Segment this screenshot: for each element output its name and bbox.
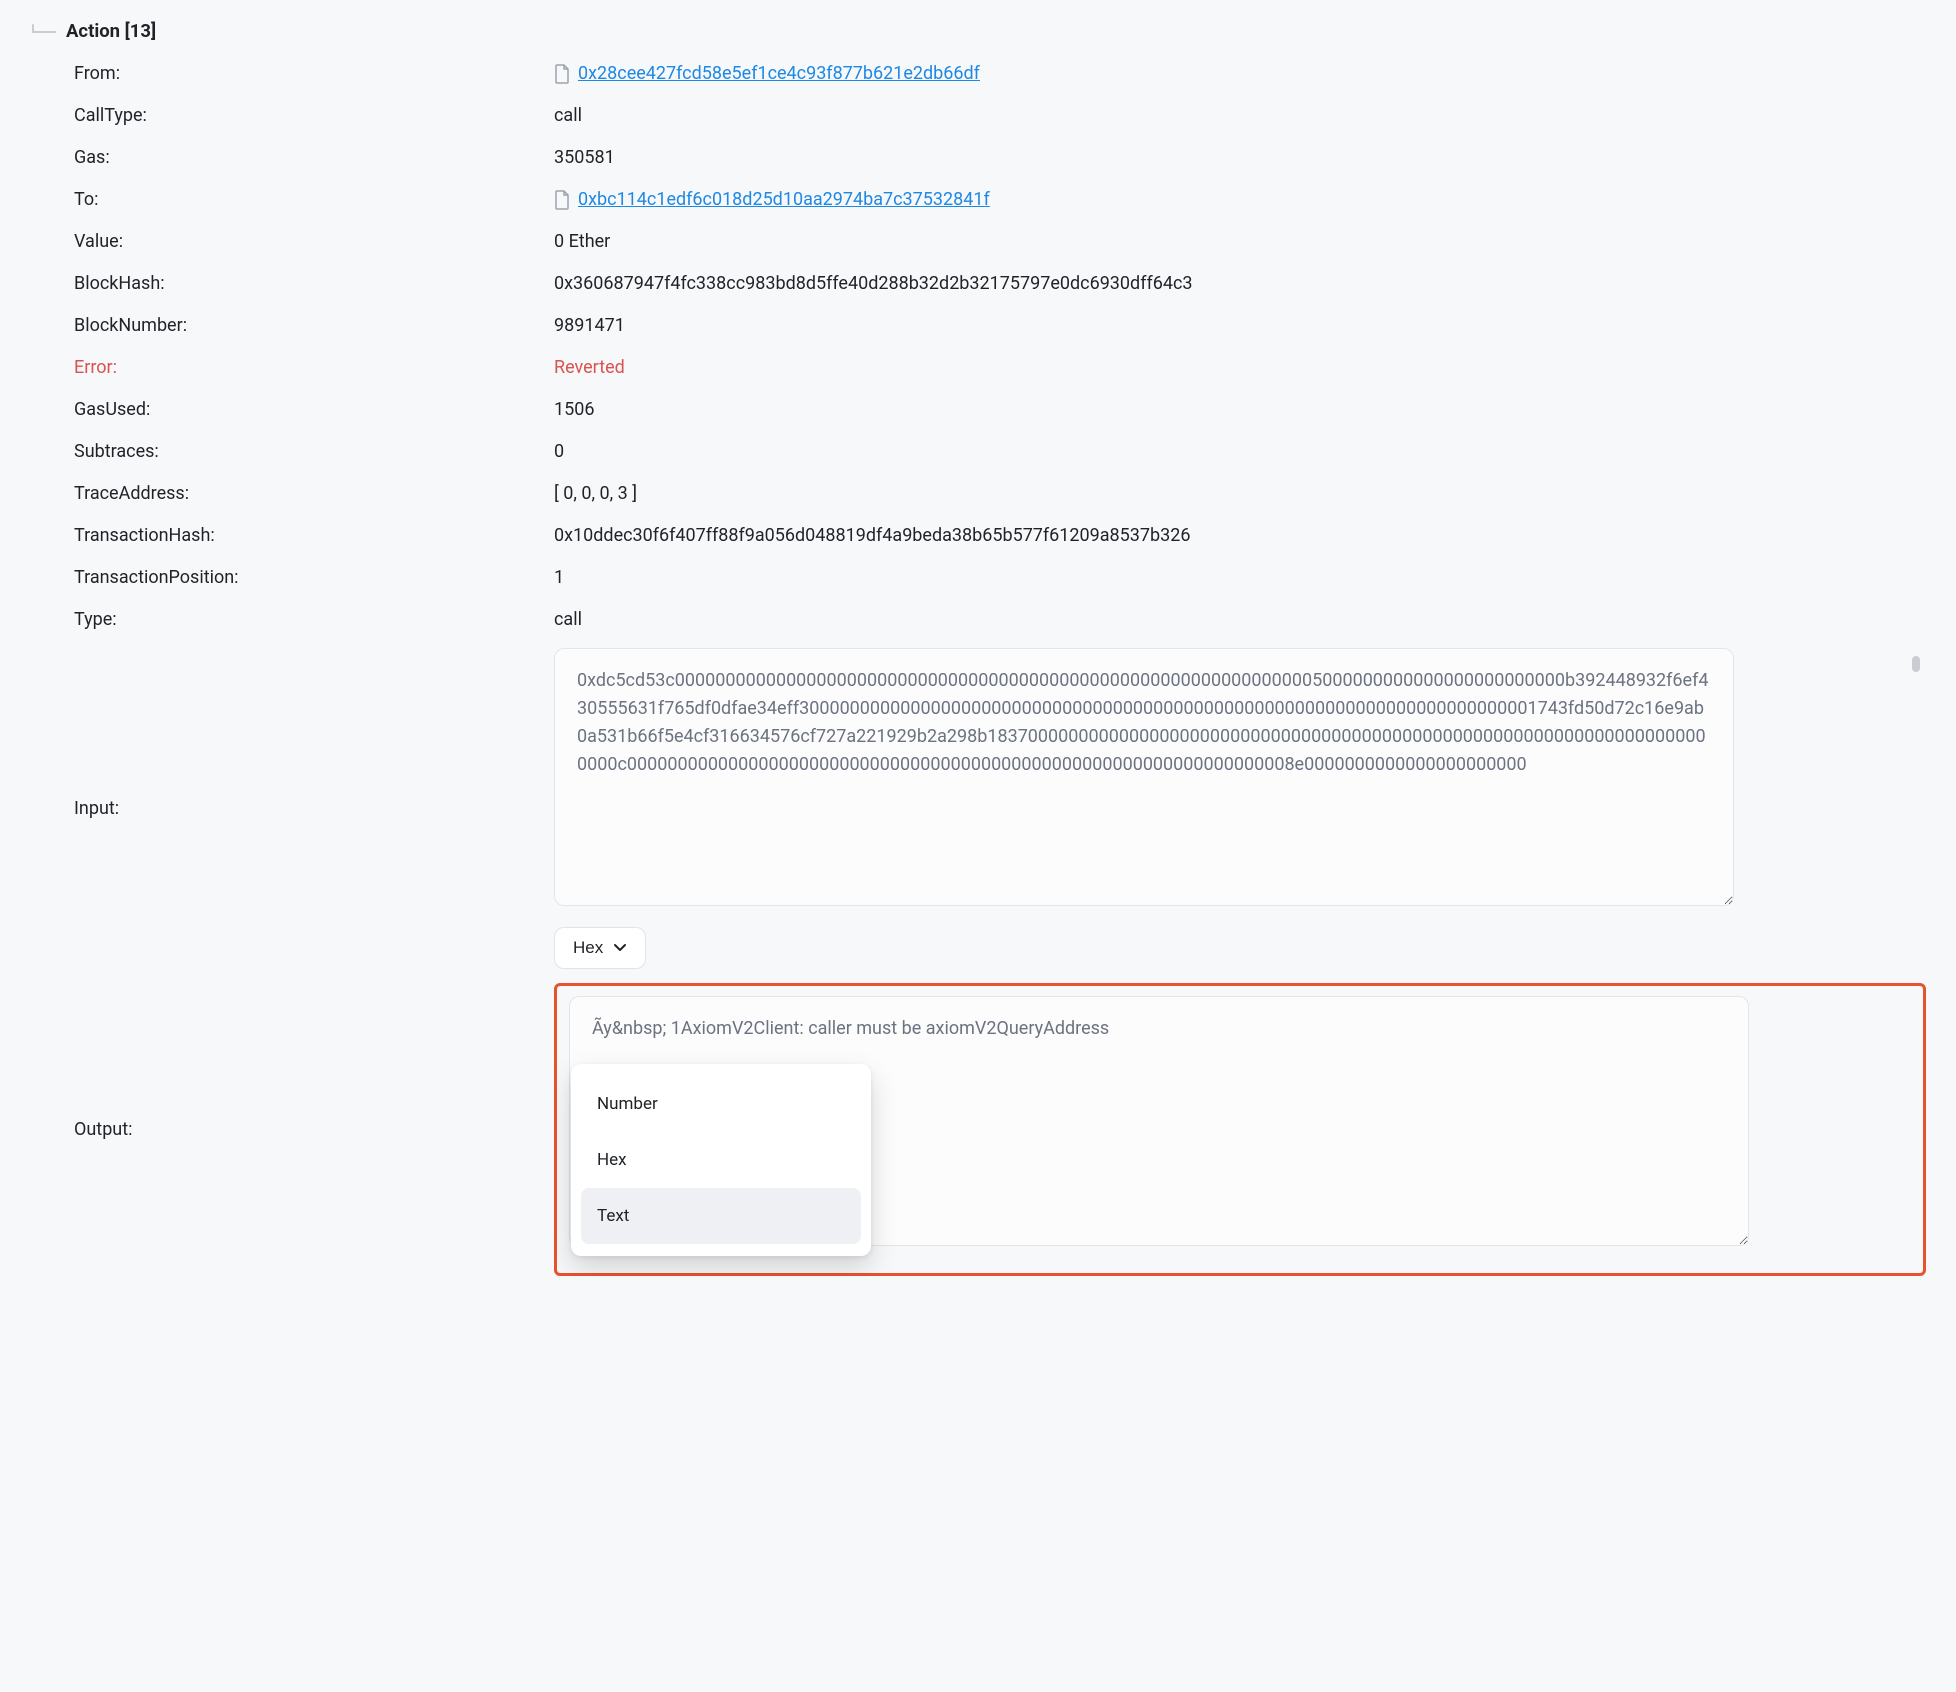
from-address-link[interactable]: 0x28cee427fcd58e5ef1ce4c93f877b621e2db66…	[578, 60, 980, 88]
error-label: Error:	[74, 354, 554, 382]
type-value: call	[554, 606, 1926, 634]
blocknumber-label: BlockNumber:	[74, 312, 554, 340]
output-format-menu: Number Hex Text	[571, 1064, 871, 1256]
gas-value: 350581	[554, 144, 1926, 172]
value-value: 0 Ether	[554, 228, 1926, 256]
input-textarea[interactable]	[554, 648, 1734, 906]
menu-item-text[interactable]: Text	[581, 1188, 861, 1244]
gasused-label: GasUsed:	[74, 396, 554, 424]
scrollbar-thumb[interactable]	[1912, 656, 1920, 672]
chevron-down-icon	[613, 943, 627, 953]
gas-label: Gas:	[74, 144, 554, 172]
traceaddress-label: TraceAddress:	[74, 480, 554, 508]
gasused-value: 1506	[554, 396, 1926, 424]
subtraces-value: 0	[554, 438, 1926, 466]
calltype-value: call	[554, 102, 1926, 130]
blocknumber-value: 9891471	[554, 312, 1926, 340]
txhash-label: TransactionHash:	[74, 522, 554, 550]
input-label: Input:	[74, 795, 554, 823]
txpos-value: 1	[554, 564, 1926, 592]
output-highlight-box: Number Hex Text	[554, 983, 1926, 1276]
from-label: From:	[74, 60, 554, 88]
document-icon	[554, 64, 570, 84]
input-format-label: Hex	[573, 938, 603, 958]
section-title: Action [13]	[66, 20, 156, 42]
tree-branch-icon	[30, 21, 58, 41]
txpos-label: TransactionPosition:	[74, 564, 554, 592]
to-address-link[interactable]: 0xbc114c1edf6c018d25d10aa2974ba7c3753284…	[578, 186, 990, 214]
value-label: Value:	[74, 228, 554, 256]
to-label: To:	[74, 186, 554, 214]
blockhash-value: 0x360687947f4fc338cc983bd8d5ffe40d288b32…	[554, 270, 1926, 298]
document-icon	[554, 190, 570, 210]
input-format-dropdown[interactable]: Hex	[554, 927, 646, 969]
subtraces-label: Subtraces:	[74, 438, 554, 466]
menu-item-hex[interactable]: Hex	[581, 1132, 861, 1188]
calltype-label: CallType:	[74, 102, 554, 130]
blockhash-label: BlockHash:	[74, 270, 554, 298]
output-label: Output:	[74, 1116, 554, 1144]
type-label: Type:	[74, 606, 554, 634]
menu-item-number[interactable]: Number	[581, 1076, 861, 1132]
error-value: Reverted	[554, 354, 1926, 382]
traceaddress-value: [ 0, 0, 0, 3 ]	[554, 480, 1926, 508]
txhash-value: 0x10ddec30f6f407ff88f9a056d048819df4a9be…	[554, 522, 1926, 550]
